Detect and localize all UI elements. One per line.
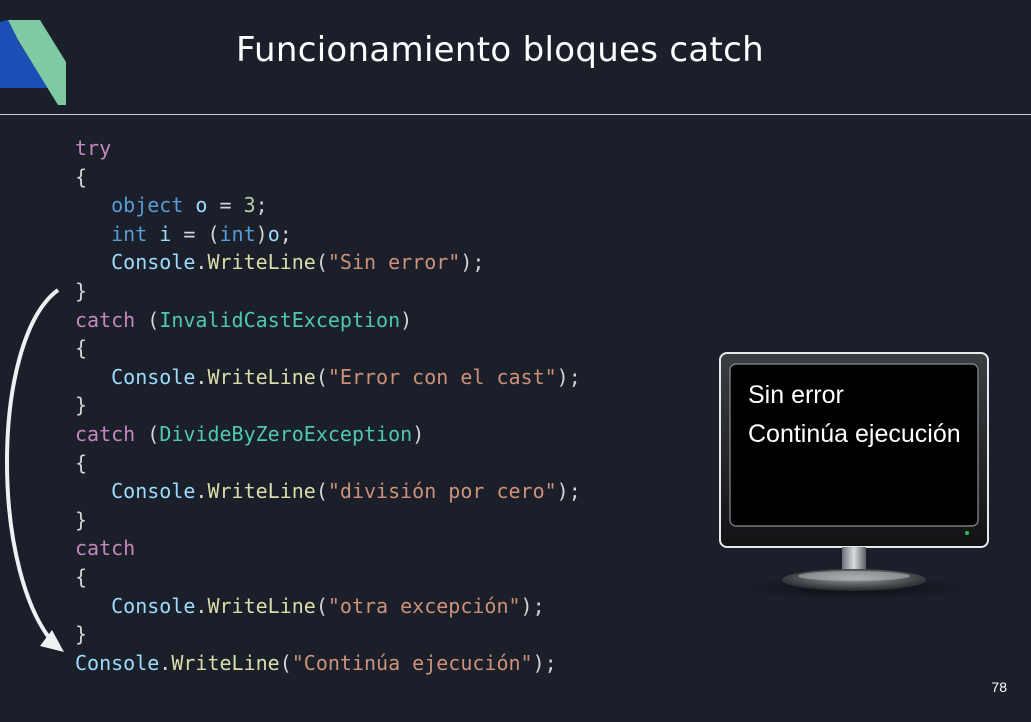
keyword-catch: catch bbox=[75, 536, 136, 561]
console-output: Sin error Continúa ejecución bbox=[748, 376, 961, 454]
console-class: Console bbox=[111, 250, 196, 275]
console-class: Console bbox=[111, 364, 196, 389]
code-line: { bbox=[75, 449, 581, 478]
var-i: i bbox=[159, 221, 172, 246]
code-line: } bbox=[75, 391, 581, 420]
code-line: } bbox=[75, 277, 581, 306]
writeline-method: WriteLine bbox=[207, 593, 316, 618]
flow-arrow-icon bbox=[5, 288, 64, 652]
string-literal: "Sin error" bbox=[327, 250, 461, 275]
code-line: } bbox=[75, 620, 581, 649]
writeline-method: WriteLine bbox=[171, 650, 280, 675]
string-literal: "Error con el cast" bbox=[327, 364, 557, 389]
code-line: Console.WriteLine("Sin error"); bbox=[111, 250, 485, 275]
console-output-line: Continúa ejecución bbox=[748, 420, 961, 448]
console-class: Console bbox=[75, 650, 160, 675]
string-literal: "otra excepción" bbox=[327, 593, 521, 618]
writeline-method: WriteLine bbox=[207, 250, 316, 275]
exception-type: DivideByZeroException bbox=[159, 421, 413, 446]
number-literal: 3 bbox=[243, 193, 256, 218]
code-line: { bbox=[75, 563, 581, 592]
var-o: o bbox=[195, 193, 208, 218]
console-class: Console bbox=[111, 479, 196, 504]
writeline-method: WriteLine bbox=[207, 364, 316, 389]
code-line: Console.WriteLine("otra excepción"); bbox=[111, 593, 545, 618]
keyword-try: try bbox=[75, 136, 112, 160]
title-divider bbox=[0, 114, 1031, 115]
code-line: Console.WriteLine("división por cero"); bbox=[111, 479, 581, 504]
exception-type: InvalidCastException bbox=[159, 307, 401, 332]
keyword-catch: catch bbox=[75, 307, 136, 332]
code-line: catch (DivideByZeroException) bbox=[75, 421, 425, 446]
code-line: } bbox=[75, 506, 581, 535]
code-line: { bbox=[75, 334, 581, 363]
code-line: Console.WriteLine("Error con el cast"); bbox=[111, 364, 581, 389]
code-line: { bbox=[75, 163, 581, 192]
keyword-int: int bbox=[219, 221, 256, 246]
slide-title: Funcionamiento bloques catch bbox=[236, 30, 764, 70]
code-line: try bbox=[75, 134, 581, 163]
code-block: try { object o = 3; int i = (int)o; Cons… bbox=[75, 134, 581, 677]
var-o: o bbox=[267, 221, 280, 246]
keyword-int: int bbox=[111, 221, 148, 246]
string-literal: "Continúa ejecución" bbox=[291, 650, 533, 675]
keyword-catch: catch bbox=[75, 421, 136, 446]
code-line: catch (InvalidCastException) bbox=[75, 307, 413, 332]
page-number: 78 bbox=[991, 679, 1007, 695]
string-literal: "división por cero" bbox=[327, 479, 557, 504]
keyword-object: object bbox=[111, 193, 184, 218]
console-output-line: Sin error bbox=[748, 381, 844, 409]
brace: { bbox=[75, 164, 88, 189]
code-line: Console.WriteLine("Continúa ejecución"); bbox=[75, 650, 557, 675]
code-line: catch bbox=[75, 534, 581, 563]
code-line: int i = (int)o; bbox=[111, 221, 292, 246]
console-class: Console bbox=[111, 593, 196, 618]
writeline-method: WriteLine bbox=[207, 479, 316, 504]
code-line: object o = 3; bbox=[111, 193, 268, 218]
